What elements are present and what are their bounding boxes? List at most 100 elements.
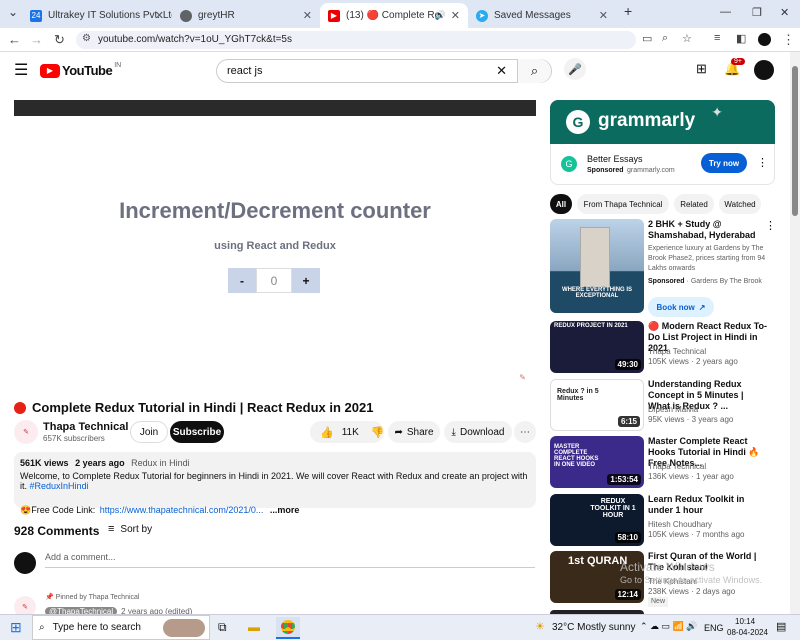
back-icon[interactable]: ← [8, 32, 21, 47]
tab-label: Ultrakey IT Solutions Pvt. Ltd. [48, 10, 172, 21]
restore-icon[interactable]: ❐ [752, 6, 762, 19]
tab-telegram[interactable]: ➤ Saved Messages ✕ [468, 3, 616, 28]
book-now-button[interactable]: Book now ↗ [648, 297, 714, 317]
ad-menu-icon[interactable]: ⋮ [757, 156, 768, 169]
ad-domain: grammarly.com [627, 167, 675, 174]
search-input[interactable]: react js ✕ ⌕ [216, 59, 552, 83]
more-link[interactable]: ...more [270, 505, 300, 515]
forward-icon[interactable]: → [30, 32, 43, 47]
close-icon[interactable]: ✕ [599, 9, 608, 22]
scrollbar-thumb[interactable] [792, 66, 798, 216]
browser-menu-icon[interactable]: ⋮ [782, 32, 795, 48]
ad-brand: grammarly [598, 110, 696, 131]
clear-search-icon[interactable]: ✕ [496, 63, 507, 79]
related-channel: Hitesh Choudhary [648, 520, 713, 529]
view-count: 561K views [20, 458, 69, 468]
youtube-logo[interactable]: ▶ YouTube IN [40, 62, 121, 78]
media-control-icon[interactable]: ≡ [714, 32, 720, 44]
cast-icon[interactable]: ▭ [642, 32, 652, 45]
clock-time[interactable]: 10:14 [735, 617, 755, 626]
related-channel: Thapa Technical [648, 347, 707, 356]
site-info-icon[interactable]: ⚙ [82, 33, 91, 44]
decrement-button: - [228, 268, 256, 293]
video-player[interactable]: Increment/Decrement counter using React … [14, 100, 536, 392]
tab-greythr[interactable]: greytHR ✕ [172, 3, 320, 28]
chrome-taskbar-button[interactable] [276, 617, 300, 639]
profile-avatar[interactable] [758, 33, 771, 46]
try-now-button[interactable]: Try now [701, 153, 747, 173]
ad-card[interactable]: G Better Essays Sponsored grammarly.com … [550, 144, 775, 185]
file-explorer-icon[interactable]: ▬ [248, 620, 260, 634]
filter-related[interactable]: Related [674, 194, 714, 214]
minimize-icon[interactable]: — [720, 6, 731, 18]
search-value: react js [227, 65, 263, 77]
share-button[interactable]: ➦ Share [388, 421, 440, 443]
notification-center-icon[interactable]: ▤ [776, 620, 786, 633]
more-actions-icon[interactable]: ⋯ [514, 421, 536, 443]
sponsored-title[interactable]: 2 BHK + Study @ Shamshabad, Hyderabad [648, 219, 766, 241]
youtube-header: ☰ ▶ YouTube IN react js ✕ ⌕ 🎤 ⊞ 🔔 9+ [0, 52, 790, 88]
new-tab-icon[interactable]: + [624, 3, 632, 19]
video-title: Complete Redux Tutorial in Hindi | React… [14, 400, 373, 415]
sponsored-desc: Experience luxury at Gardens by The Broo… [648, 245, 766, 272]
join-button[interactable]: Join [130, 421, 168, 443]
start-icon[interactable]: ⊞ [10, 619, 22, 636]
close-icon[interactable]: ✕ [451, 9, 460, 22]
increment-button: + [292, 268, 320, 293]
hashtag-link[interactable]: #ReduxInHindi [30, 481, 89, 491]
language-indicator[interactable]: ENG [704, 623, 724, 633]
related-video[interactable]: REDUX PROJECT IN 2021 49:30 🔴 Modern Rea… [550, 321, 780, 373]
weather-icon[interactable]: ☀ [535, 620, 545, 633]
subscribe-button[interactable]: Subscribe [170, 421, 224, 443]
sort-button[interactable]: ≡ Sort by [108, 523, 152, 535]
close-icon[interactable]: ✕ [155, 9, 164, 22]
description-text: Welcome, to Complete Redux Tutorial for … [20, 471, 528, 491]
weather-text[interactable]: 32°C Mostly sunny [552, 622, 635, 633]
description-box[interactable]: 561K views 2 years ago Redux in Hindi We… [14, 452, 536, 515]
add-comment-input[interactable]: Add a comment... [45, 552, 535, 568]
dislike-icon[interactable]: 👎 [371, 426, 385, 439]
ad-banner[interactable]: G grammarly ✦ [550, 100, 775, 144]
sponsored-menu-icon[interactable]: ⋮ [765, 219, 776, 232]
channel-name[interactable]: Thapa Technical ✔ [43, 421, 139, 433]
related-video[interactable]: Redux ? in 5 Minutes 6:15 Understanding … [550, 379, 780, 431]
task-view-icon[interactable]: ⧉ [218, 620, 227, 635]
url-field[interactable]: ⚙ youtube.com/watch?v=1oU_YGhT7ck&t=5s [76, 31, 636, 49]
speaker-icon[interactable]: 🔊 [435, 10, 446, 21]
tray-icons[interactable]: ⌃ ☁ ▭ 📶 🔊 [640, 621, 697, 632]
thumbnail-text: REDUX PROJECT IN 2021 [554, 323, 628, 329]
menu-icon[interactable]: ☰ [14, 60, 28, 80]
close-window-icon[interactable]: ✕ [780, 6, 789, 19]
tab-youtube[interactable]: ▶ (13) 🔴 Complete Redux Tu 🔊 ✕ [320, 3, 468, 28]
reload-icon[interactable]: ↻ [54, 32, 65, 48]
taskbar-search-input[interactable]: ⌕ Type here to search [32, 615, 210, 640]
share-icon: ➦ [394, 426, 403, 438]
download-button[interactable]: ⤓ Download [444, 421, 512, 443]
mic-icon[interactable]: 🎤 [564, 58, 586, 80]
filter-all[interactable]: All [550, 194, 572, 214]
counter-widget: - 0 + [228, 268, 320, 293]
channel-avatar[interactable]: ✎ [14, 420, 38, 444]
taskbar-search-placeholder: Type here to search [52, 622, 141, 633]
related-meta: 105K views · 7 months ago [648, 530, 745, 539]
like-icon[interactable]: 👍 [320, 426, 334, 439]
page-scrollbar[interactable] [790, 52, 800, 614]
filter-watched[interactable]: Watched [719, 194, 761, 214]
filter-from-channel[interactable]: From Thapa Technical [577, 194, 669, 214]
account-avatar[interactable] [754, 60, 774, 80]
bookmark-star-icon[interactable]: ☆ [682, 32, 692, 45]
zoom-icon[interactable]: ⌕ [662, 32, 668, 45]
clock-date[interactable]: 08-04-2024 [727, 628, 768, 637]
side-panel-icon[interactable]: ◧ [736, 32, 746, 45]
create-icon[interactable]: ⊞ [696, 61, 707, 77]
sponsored-thumbnail[interactable]: WHERE EVERYTHING IS EXCEPTIONAL [550, 219, 644, 313]
code-link[interactable]: https://www.thapatechnical.com/2021/0... [100, 505, 264, 515]
close-icon[interactable]: ✕ [303, 9, 312, 22]
search-icon[interactable]: ⌕ [517, 59, 551, 83]
related-video[interactable]: MASTER COMPLETE REACT HOOKS IN ONE VIDEO… [550, 436, 780, 488]
like-count[interactable]: 11K [342, 427, 359, 438]
tab-search-icon[interactable]: ⌄ [8, 5, 18, 19]
new-badge: New [648, 597, 669, 607]
tab-ultrakey[interactable]: 24 Ultrakey IT Solutions Pvt. Ltd. ✕ [22, 3, 172, 28]
related-video[interactable]: REDUX TOOLKIT IN 1 HOUR 58:10 Learn Redu… [550, 494, 780, 546]
